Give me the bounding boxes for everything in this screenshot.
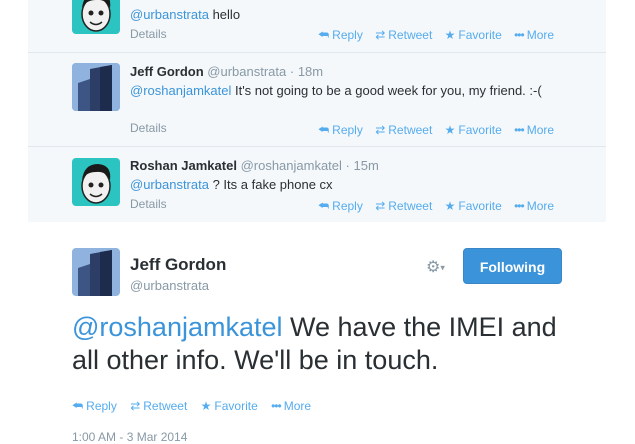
star-icon: ★ [200, 399, 212, 413]
tweet-timestamp[interactable]: 1:00 AM - 3 Mar 2014 [72, 430, 187, 444]
avatar[interactable] [72, 158, 120, 206]
star-icon: ★ [444, 123, 456, 137]
details-link[interactable]: Details [130, 197, 167, 211]
more-dots-icon: ••• [514, 123, 525, 137]
reply-label: Reply [86, 399, 117, 413]
retweet-label: Retweet [388, 199, 433, 213]
retweet-icon: ⇄ [375, 28, 386, 42]
tweet-time[interactable]: · 15m [346, 158, 379, 173]
mention-link[interactable]: @roshanjamkatel [130, 83, 231, 98]
chevron-down-icon: ▾ [440, 262, 445, 273]
tweet-text-content: It's not going to be a good week for you… [231, 83, 542, 98]
mention-link[interactable]: @urbanstrata [130, 177, 209, 192]
reply-arrow-icon: ⮪ [72, 399, 84, 413]
tweet-time[interactable]: · 18m [290, 64, 323, 79]
main-tweet-actions: ⮪ Reply ⇄ Retweet ★ Favorite ••• More [72, 399, 321, 414]
retweet-button[interactable]: ⇄ Retweet [375, 123, 432, 137]
tweet-text: @urbanstrata hello [130, 6, 570, 23]
tweet-header: Roshan Jamkatel @roshanjamkatel · 15m [130, 158, 379, 173]
conversation-tweet[interactable]: Roshan Jamkatel @roshanjamkatel · 15m @u… [28, 146, 606, 223]
more-label: More [283, 399, 312, 413]
more-label: More [526, 123, 555, 137]
retweet-button[interactable]: ⇄ Retweet [130, 399, 187, 413]
avatar[interactable] [72, 63, 120, 111]
tweet-text-content: ? Its a fake phone cx [208, 177, 333, 192]
conversation-thread: @urbanstrata hello Details ⮪ Reply ⇄ Retwe… [28, 0, 606, 222]
favorite-button[interactable]: ★ Favorite [201, 399, 258, 413]
retweet-icon: ⇄ [375, 199, 386, 213]
reply-label: Reply [332, 28, 363, 42]
user-actions-dropdown[interactable]: ⚙▾ [426, 257, 445, 277]
reply-button[interactable]: ⮪ Reply [318, 123, 363, 138]
favorite-button[interactable]: ★ Favorite [445, 123, 502, 137]
user-name[interactable]: Jeff Gordon [130, 255, 226, 275]
retweet-label: Retweet [143, 399, 188, 413]
reply-label: Reply [332, 123, 363, 137]
retweet-label: Retweet [388, 28, 433, 42]
user-name[interactable]: Jeff Gordon [130, 64, 204, 79]
conversation-tweet[interactable]: Jeff Gordon @urbanstrata · 18m @roshanja… [28, 52, 606, 147]
star-icon: ★ [444, 28, 456, 42]
avatar[interactable] [72, 0, 120, 34]
conversation-tweet[interactable]: @urbanstrata hello Details ⮪ Reply ⇄ Retwe… [28, 0, 606, 52]
more-label: More [526, 28, 555, 42]
tweet-header: Jeff Gordon @urbanstrata · 18m [130, 64, 323, 79]
tweet-text-content: hello [208, 7, 241, 22]
main-tweet-text: @roshanjamkatel We have the IMEI and all… [72, 311, 572, 377]
details-link[interactable]: Details [130, 27, 167, 41]
more-button[interactable]: ••• More [514, 123, 554, 137]
tweet-actions: ⮪ Reply ⇄ Retweet ★ Favorite ••• More [318, 28, 563, 43]
reply-arrow-icon: ⮪ [318, 123, 330, 137]
user-handle[interactable]: @urbanstrata [207, 64, 286, 79]
favorite-label: Favorite [458, 28, 502, 42]
details-link[interactable]: Details [130, 121, 167, 135]
retweet-button[interactable]: ⇄ Retweet [375, 28, 432, 42]
star-icon: ★ [444, 199, 456, 213]
retweet-label: Retweet [388, 123, 433, 137]
tweet-actions: ⮪ Reply ⇄ Retweet ★ Favorite ••• More [318, 123, 563, 138]
favorite-label: Favorite [458, 199, 502, 213]
reply-arrow-icon: ⮪ [318, 28, 330, 42]
tweet-text: @roshanjamkatel It's not going to be a g… [130, 82, 570, 99]
favorite-label: Favorite [458, 123, 502, 137]
retweet-button[interactable]: ⇄ Retweet [375, 199, 432, 213]
mention-link[interactable]: @roshanjamkatel [72, 312, 283, 342]
more-dots-icon: ••• [271, 399, 282, 413]
reply-button[interactable]: ⮪ Reply [318, 199, 363, 214]
favorite-label: Favorite [214, 399, 258, 413]
reply-button[interactable]: ⮪ Reply [72, 399, 117, 414]
user-name[interactable]: Roshan Jamkatel [130, 158, 237, 173]
retweet-icon: ⇄ [130, 399, 141, 413]
more-dots-icon: ••• [514, 199, 525, 213]
favorite-button[interactable]: ★ Favorite [445, 28, 502, 42]
retweet-icon: ⇄ [375, 123, 386, 137]
tweet-actions: ⮪ Reply ⇄ Retweet ★ Favorite ••• More [318, 199, 563, 214]
more-dots-icon: ••• [514, 28, 525, 42]
tweet-text: @urbanstrata ? Its a fake phone cx [130, 176, 570, 193]
user-handle[interactable]: @urbanstrata [130, 278, 209, 293]
gear-icon: ⚙ [426, 259, 441, 276]
favorite-button[interactable]: ★ Favorite [445, 199, 502, 213]
mention-link[interactable]: @urbanstrata [130, 7, 209, 22]
more-button[interactable]: ••• More [514, 199, 554, 213]
reply-button[interactable]: ⮪ Reply [318, 28, 363, 43]
following-button[interactable]: Following [463, 248, 562, 284]
user-handle[interactable]: @roshanjamkatel [241, 158, 342, 173]
more-button[interactable]: ••• More [271, 399, 311, 413]
more-label: More [526, 199, 555, 213]
more-button[interactable]: ••• More [514, 28, 554, 42]
reply-arrow-icon: ⮪ [318, 199, 330, 213]
avatar[interactable] [72, 248, 120, 296]
reply-label: Reply [332, 199, 363, 213]
